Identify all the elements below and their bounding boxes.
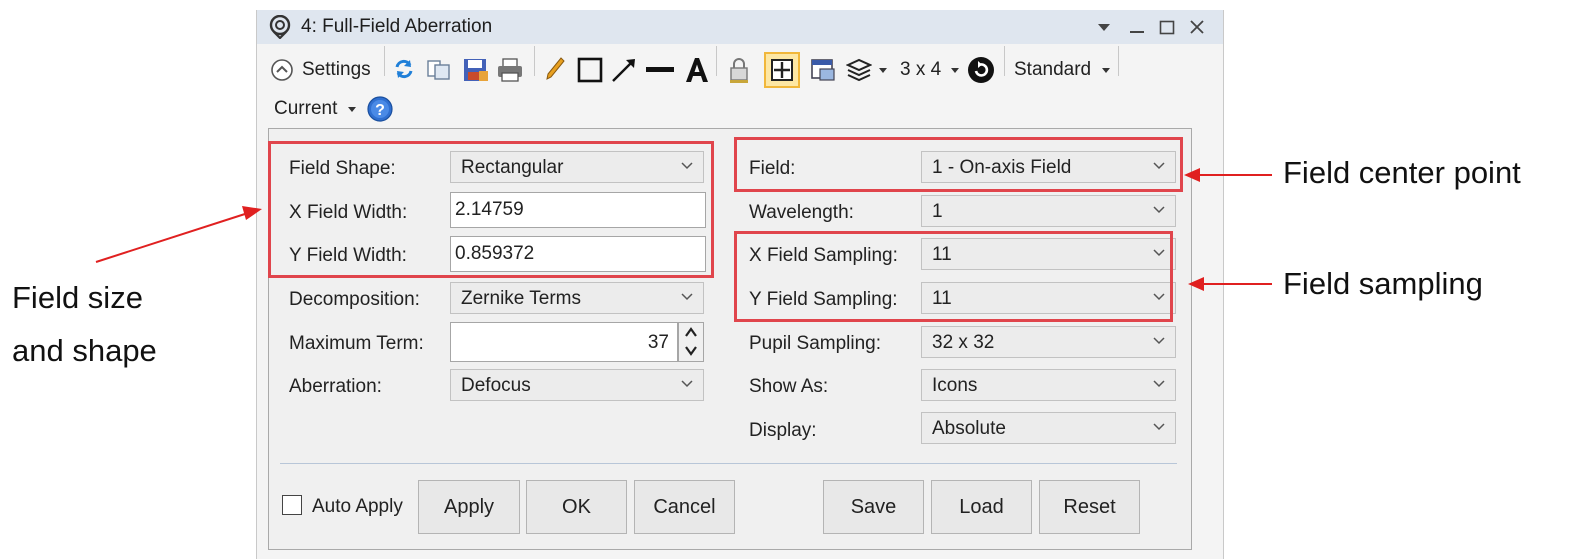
field-center-annotation: Field center point	[1283, 155, 1521, 190]
field-size-arrow	[95, 206, 262, 263]
field-shape-annotation: and shape	[12, 333, 157, 368]
field-sampling-arrow	[1188, 277, 1272, 291]
field-size-annotation: Field size	[12, 280, 143, 315]
field-center-arrow	[1184, 168, 1272, 182]
field-sampling-annotation: Field sampling	[1283, 266, 1483, 301]
